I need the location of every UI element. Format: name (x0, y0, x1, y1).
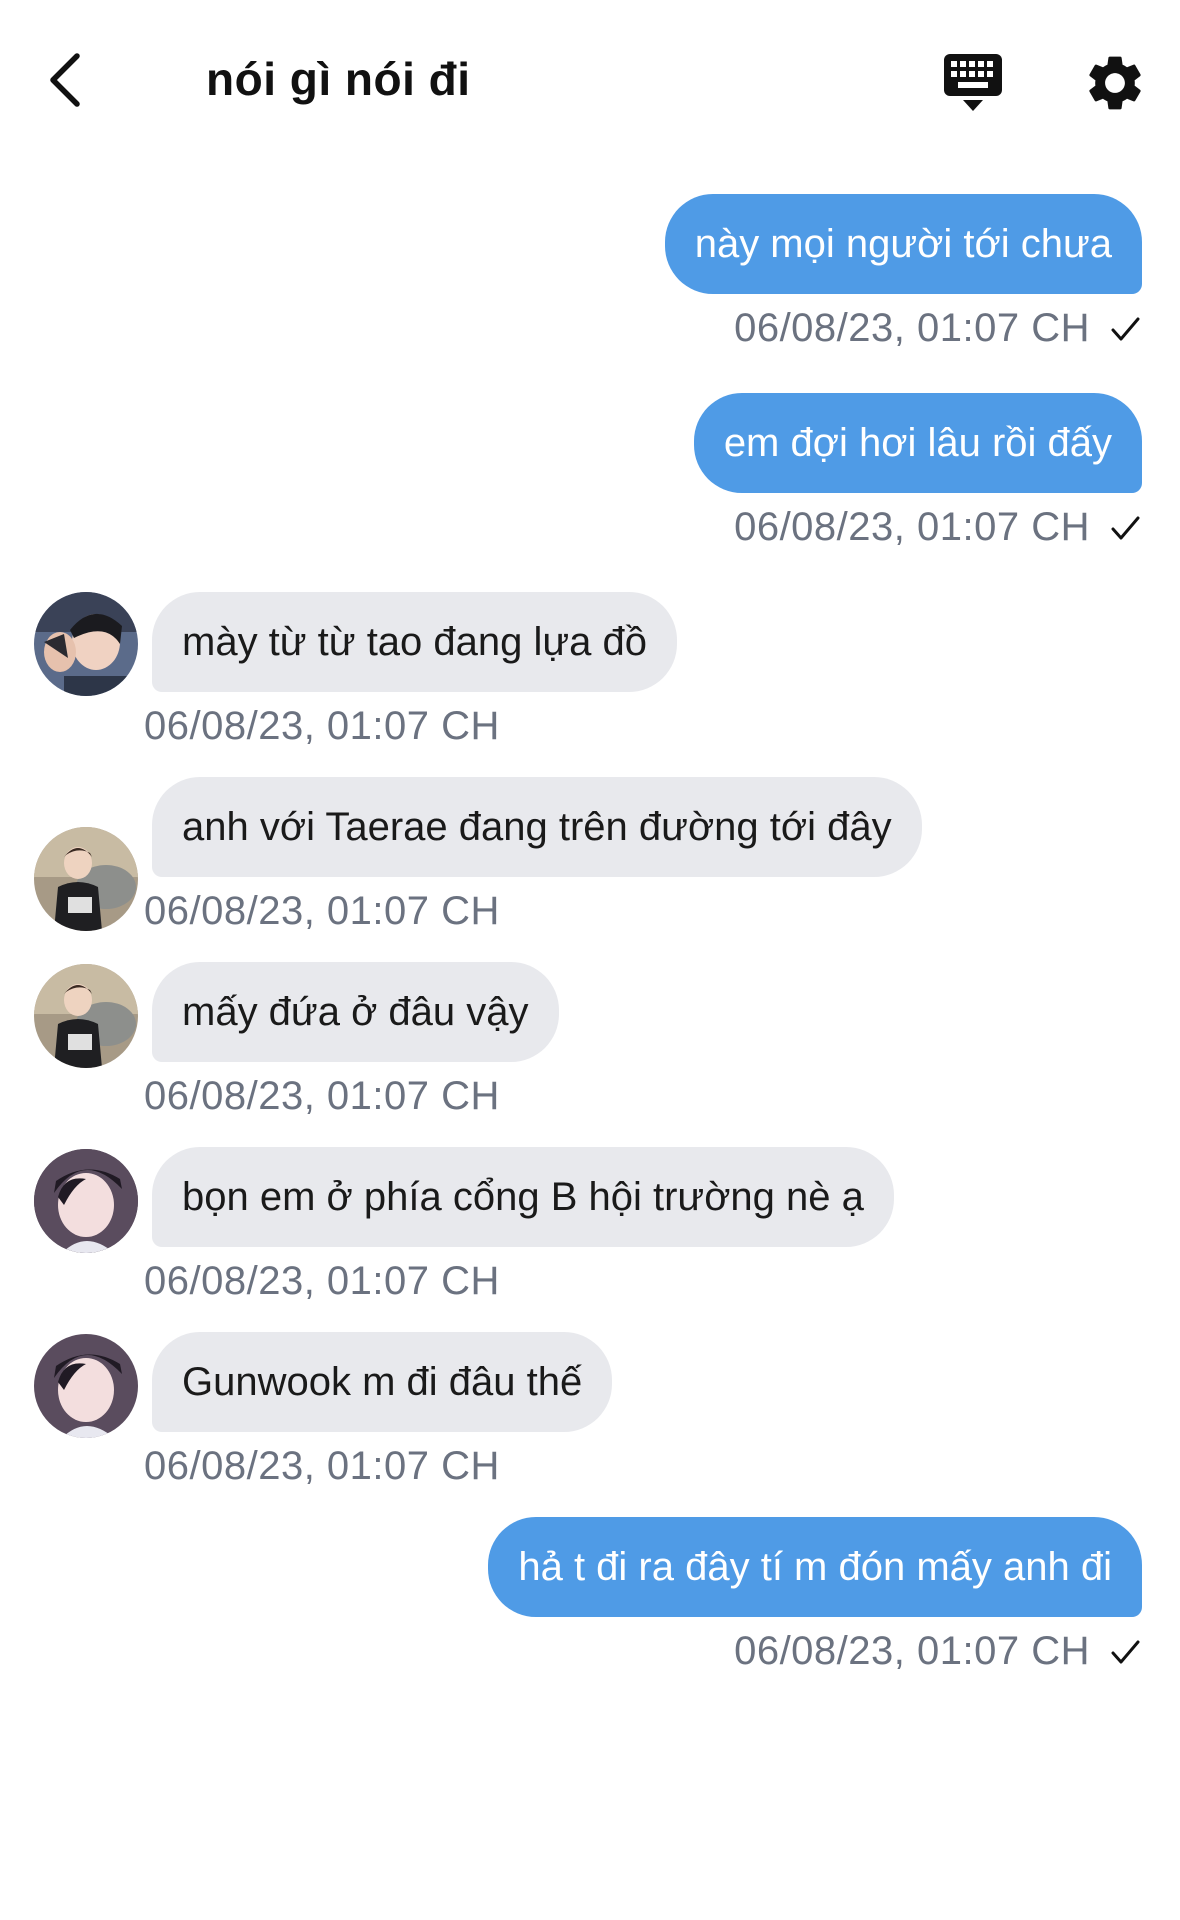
chat-title: nói gì nói đi (206, 53, 471, 105)
avatar[interactable] (34, 827, 138, 931)
keyboard-button[interactable] (940, 50, 1006, 116)
avatar[interactable] (34, 592, 138, 696)
message-bubble[interactable]: này mọi người tới chưa (664, 194, 1142, 294)
message-meta: 06/08/23, 01:07 CH (734, 1629, 1142, 1674)
check-icon (1111, 1640, 1140, 1663)
message-meta: 06/08/23, 01:07 CH (734, 306, 1142, 351)
message-meta: 06/08/23, 01:07 CH (144, 1444, 1180, 1489)
message-meta: 06/08/23, 01:07 CH (144, 1074, 1180, 1119)
avatar-photo-3 (34, 1334, 138, 1438)
message-incoming: Gunwook m đi đâu thế 06/08/23, 01:07 CH (0, 1332, 1180, 1489)
message-incoming: anh với Taerae đang trên đường tới đây 0… (0, 777, 1180, 934)
chevron-left-icon (50, 53, 80, 107)
message-bubble[interactable]: Gunwook m đi đâu thế (152, 1332, 613, 1432)
message-meta: 06/08/23, 01:07 CH (144, 704, 1180, 749)
message-timestamp: 06/08/23, 01:07 CH (734, 505, 1090, 549)
avatar-photo-1 (34, 592, 138, 696)
back-button[interactable] (40, 45, 90, 115)
gear-icon (1089, 56, 1141, 110)
settings-button[interactable] (1082, 50, 1148, 116)
message-meta: 06/08/23, 01:07 CH (144, 889, 1180, 934)
message-incoming: bọn em ở phía cổng B hội trường nè ạ 06/… (0, 1147, 1180, 1304)
message-timestamp: 06/08/23, 01:07 CH (144, 1444, 500, 1488)
message-outgoing: này mọi người tới chưa 06/08/23, 01:07 C… (0, 194, 1180, 351)
message-bubble[interactable]: mấy đứa ở đâu vậy (152, 962, 559, 1062)
message-bubble[interactable]: anh với Taerae đang trên đường tới đây (152, 777, 922, 877)
avatar[interactable] (34, 1149, 138, 1253)
keyboard-icon (944, 54, 1002, 111)
avatar-photo-2 (34, 964, 138, 1068)
message-outgoing: hả t đi ra đây tí m đón mấy anh đi 06/08… (0, 1517, 1180, 1674)
message-timestamp: 06/08/23, 01:07 CH (734, 306, 1090, 350)
message-timestamp: 06/08/23, 01:07 CH (144, 704, 500, 748)
chat-header: nói gì nói đi (0, 0, 1180, 160)
check-icon (1111, 516, 1140, 539)
avatar-photo-3 (34, 1149, 138, 1253)
message-incoming: mấy đứa ở đâu vậy 06/08/23, 01:07 CH (0, 962, 1180, 1119)
message-bubble[interactable]: mày từ từ tao đang lựa đồ (152, 592, 678, 692)
avatar-photo-2 (34, 827, 138, 931)
avatar[interactable] (34, 1334, 138, 1438)
message-meta: 06/08/23, 01:07 CH (144, 1259, 1180, 1304)
message-timestamp: 06/08/23, 01:07 CH (144, 1259, 500, 1303)
avatar[interactable] (34, 964, 138, 1068)
message-timestamp: 06/08/23, 01:07 CH (144, 1074, 500, 1118)
message-outgoing: em đợi hơi lâu rồi đấy 06/08/23, 01:07 C… (0, 393, 1180, 550)
message-timestamp: 06/08/23, 01:07 CH (144, 889, 500, 933)
check-icon (1111, 317, 1140, 340)
message-bubble[interactable]: em đợi hơi lâu rồi đấy (693, 393, 1142, 493)
message-incoming: mày từ từ tao đang lựa đồ 06/08/23, 01:0… (0, 592, 1180, 749)
message-timestamp: 06/08/23, 01:07 CH (734, 1629, 1090, 1673)
message-list[interactable]: này mọi người tới chưa 06/08/23, 01:07 C… (0, 194, 1180, 1674)
message-bubble[interactable]: hả t đi ra đây tí m đón mấy anh đi (488, 1517, 1142, 1617)
message-bubble[interactable]: bọn em ở phía cổng B hội trường nè ạ (152, 1147, 894, 1247)
message-meta: 06/08/23, 01:07 CH (734, 505, 1142, 550)
